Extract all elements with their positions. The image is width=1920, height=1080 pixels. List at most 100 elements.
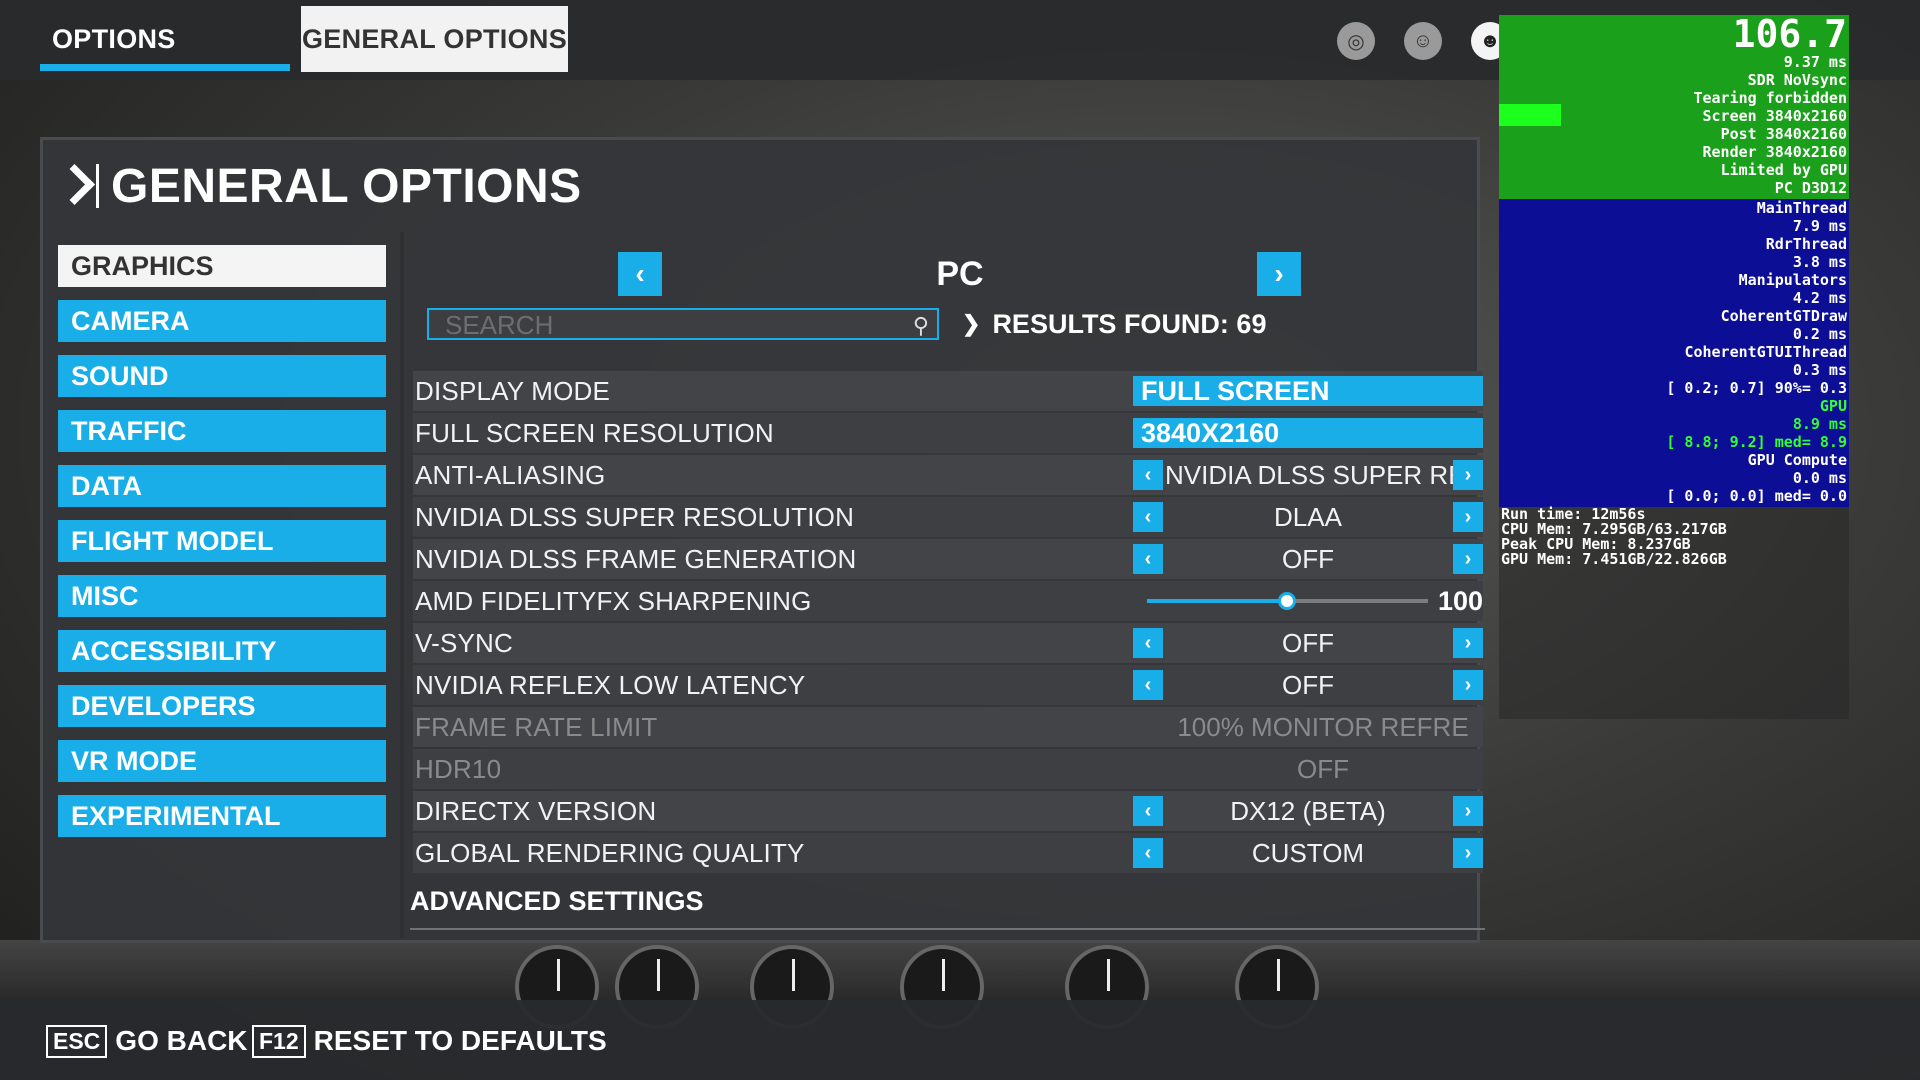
platform-prev-button[interactable]: ‹ [618, 252, 662, 296]
settings-list: DISPLAY MODE FULL SCREEN FULL SCREEN RESOL… [413, 371, 1483, 875]
next-option-button[interactable]: › [1453, 544, 1483, 574]
next-option-button[interactable]: › [1453, 628, 1483, 658]
sharpening-slider[interactable] [1147, 592, 1428, 610]
setting-row-display-mode[interactable]: DISPLAY MODE FULL SCREEN [413, 371, 1483, 411]
setting-row-amd-fidelityfx-sharpening[interactable]: AMD FIDELITYFX SHARPENING 100 [413, 581, 1483, 621]
overlay-line: PC D3D12 [1774, 179, 1847, 197]
category-vr-mode[interactable]: VR MODE [58, 740, 386, 782]
next-option-button[interactable]: › [1453, 460, 1483, 490]
next-option-button[interactable]: › [1453, 838, 1483, 868]
overlay-line: 3.8 ms [1792, 253, 1847, 271]
activity-icon[interactable]: ◎ [1337, 22, 1375, 60]
title-divider [96, 164, 99, 208]
setting-row-directx-version[interactable]: DIRECTX VERSION ‹ DX12 (BETA) › [413, 791, 1483, 831]
setting-value-control: ‹ DLAA › [1133, 497, 1483, 537]
go-back-hint[interactable]: ESC GO BACK [46, 1024, 248, 1058]
setting-value-control: 3840X2160 [1133, 413, 1483, 453]
f12-key: F12 [252, 1024, 306, 1058]
overlay-line: SDR NoVsync [1747, 71, 1847, 89]
setting-label: ANTI-ALIASING [415, 459, 606, 490]
category-experimental[interactable]: EXPERIMENTAL [58, 795, 386, 837]
setting-value-dropdown[interactable]: 3840X2160 [1133, 418, 1483, 448]
reset-defaults-hint[interactable]: F12 RESET TO DEFAULTS [252, 1024, 607, 1058]
next-option-button[interactable]: › [1453, 796, 1483, 826]
setting-row-anti-aliasing[interactable]: ANTI-ALIASING ‹ NVIDIA DLSS SUPER RE › [413, 455, 1483, 495]
prev-option-button[interactable]: ‹ [1133, 628, 1163, 658]
category-flight-model[interactable]: FLIGHT MODEL [58, 520, 386, 562]
search-box: ⚲ [427, 308, 939, 340]
overlay-gpu-bar [1499, 104, 1561, 126]
prev-option-button[interactable]: ‹ [1133, 544, 1163, 574]
page-title-text: GENERAL OPTIONS [111, 159, 582, 213]
category-sound[interactable]: SOUND [58, 355, 386, 397]
page-title: GENERAL OPTIONS [58, 159, 582, 213]
prev-option-button[interactable]: ‹ [1133, 796, 1163, 826]
setting-row-v-sync[interactable]: V-SYNC ‹ OFF › [413, 623, 1483, 663]
platform-next-button[interactable]: › [1257, 252, 1301, 296]
setting-row-full-screen-resolution[interactable]: FULL SCREEN RESOLUTION 3840X2160 [413, 413, 1483, 453]
slider-handle[interactable] [1278, 592, 1297, 610]
setting-row-nvidia-dlss-super-resolution[interactable]: NVIDIA DLSS SUPER RESOLUTION ‹ DLAA › [413, 497, 1483, 537]
advanced-settings-heading[interactable]: ADVANCED SETTINGS [410, 886, 704, 917]
setting-label: NVIDIA DLSS SUPER RESOLUTION [415, 501, 855, 532]
category-accessibility[interactable]: ACCESSIBILITY [58, 630, 386, 672]
setting-value: 100% MONITOR REFRE [1177, 711, 1469, 742]
prev-option-button[interactable]: ‹ [1133, 502, 1163, 532]
chevron-right-icon: › [1274, 258, 1284, 289]
esc-key: ESC [46, 1024, 108, 1058]
overlay-stats-block: Run time: 12m56s CPU Mem: 7.295GB/63.217G… [1499, 507, 1849, 719]
category-misc[interactable]: MISC [58, 575, 386, 617]
tab-options-label: OPTIONS [52, 23, 176, 54]
setting-value: NVIDIA DLSS SUPER RE [1165, 459, 1453, 490]
prev-option-button[interactable]: ‹ [1133, 838, 1163, 868]
setting-value-control: OFF [1133, 749, 1483, 789]
results-text: RESULTS FOUND: 69 [992, 308, 1267, 339]
setting-row-nvidia-reflex-low-latency[interactable]: NVIDIA REFLEX LOW LATENCY ‹ OFF › [413, 665, 1483, 705]
category-traffic[interactable]: TRAFFIC [58, 410, 386, 452]
category-data[interactable]: DATA [58, 465, 386, 507]
search-icon[interactable]: ⚲ [913, 313, 929, 339]
slider-value: 100 [1437, 585, 1483, 616]
prev-option-button[interactable]: ‹ [1133, 460, 1163, 490]
setting-value-control: ‹ DX12 (BETA) › [1133, 791, 1483, 831]
overlay-line: 9.37 ms [1783, 53, 1847, 71]
setting-value: CUSTOM [1251, 837, 1365, 868]
friends-icon[interactable]: ☺ [1404, 22, 1442, 60]
search-input[interactable] [429, 310, 907, 340]
overlay-line: 0.0 ms [1792, 469, 1847, 487]
overlay-thread-block: MainThread 7.9 ms RdrThread 3.8 ms Manipulat… [1499, 199, 1849, 507]
tab-general-label: GENERAL OPTIONS [301, 23, 568, 54]
overlay-line: RdrThread [1765, 235, 1847, 253]
setting-row-frame-rate-limit: FRAME RATE LIMIT 100% MONITOR REFRE [413, 707, 1483, 747]
setting-value-control: ‹ OFF › [1133, 623, 1483, 663]
setting-label: FRAME RATE LIMIT [415, 711, 658, 742]
setting-value-control: 100% MONITOR REFRE [1133, 707, 1483, 747]
overlay-line: MainThread [1756, 199, 1847, 217]
overlay-line: 8.9 ms [1792, 415, 1847, 433]
advanced-settings-divider [410, 928, 1485, 930]
setting-label: DIRECTX VERSION [415, 795, 657, 826]
chevron-right-icon: ❯ [962, 311, 981, 336]
overlay-line: Post 3840x2160 [1720, 125, 1847, 143]
next-option-button[interactable]: › [1453, 502, 1483, 532]
setting-label: FULL SCREEN RESOLUTION [415, 417, 774, 448]
results-count: ❯ RESULTS FOUND: 69 [962, 308, 1266, 340]
category-graphics[interactable]: GRAPHICS [58, 245, 386, 287]
setting-label: GLOBAL RENDERING QUALITY [415, 837, 805, 868]
next-option-button[interactable]: › [1453, 670, 1483, 700]
setting-row-global-rendering-quality[interactable]: GLOBAL RENDERING QUALITY ‹ CUSTOM › [413, 833, 1483, 873]
setting-value-control: ‹ OFF › [1133, 665, 1483, 705]
chevron-left-icon: ‹ [635, 258, 645, 289]
tab-general-options[interactable]: GENERAL OPTIONS [301, 6, 568, 72]
prev-option-button[interactable]: ‹ [1133, 670, 1163, 700]
setting-label: AMD FIDELITYFX SHARPENING [415, 585, 812, 616]
category-developers[interactable]: DEVELOPERS [58, 685, 386, 727]
tab-options[interactable]: OPTIONS [40, 6, 290, 72]
setting-value: OFF [1297, 753, 1349, 784]
setting-value-dropdown[interactable]: FULL SCREEN [1133, 376, 1483, 406]
setting-value: DLAA [1274, 501, 1342, 532]
setting-row-nvidia-dlss-frame-generation[interactable]: NVIDIA DLSS FRAME GENERATION ‹ OFF › [413, 539, 1483, 579]
category-camera[interactable]: CAMERA [58, 300, 386, 342]
setting-label: V-SYNC [415, 627, 514, 658]
overlay-line: GPU Mem: 7.451GB/22.826GB [1501, 550, 1727, 568]
